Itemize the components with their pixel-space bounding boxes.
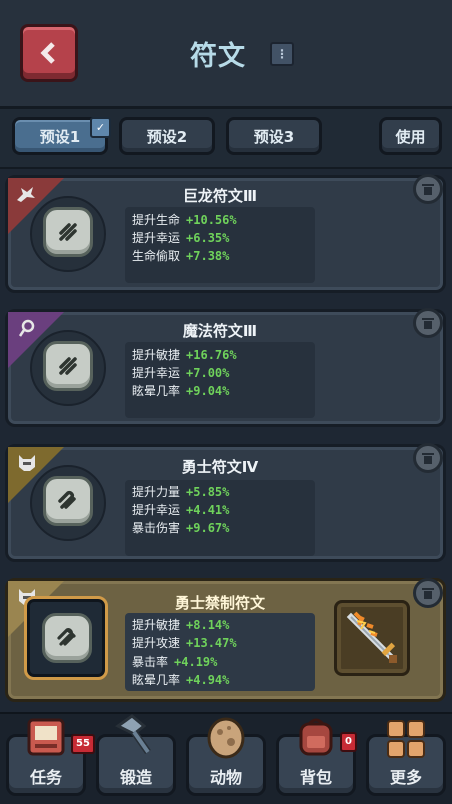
helmet-icon bbox=[19, 455, 35, 471]
flame-sword-icon bbox=[346, 611, 397, 663]
chevron-left-icon bbox=[40, 42, 55, 64]
preset-tab-2[interactable]: 预设2 bbox=[119, 117, 215, 155]
nav-label: 任务 bbox=[29, 768, 62, 787]
back-button[interactable] bbox=[20, 24, 78, 82]
trash-icon bbox=[422, 588, 434, 599]
backpack-icon bbox=[299, 718, 333, 756]
dragon-icon bbox=[17, 187, 35, 202]
magic-icon bbox=[18, 319, 35, 337]
stat-line: 眩晕几率 +9.04% bbox=[132, 384, 230, 398]
stat-line: 暴击率 +4.19% bbox=[132, 655, 218, 669]
trash-button[interactable] bbox=[413, 308, 443, 338]
nav-label: 锻造 bbox=[119, 768, 152, 787]
stat-line: 提升幸运 +6.35% bbox=[132, 231, 230, 245]
trash-icon bbox=[422, 453, 434, 464]
stat-line: 提升攻速 +13.47% bbox=[132, 636, 237, 650]
use-button[interactable]: 使用 bbox=[379, 117, 442, 155]
stat-line: 提升敏捷 +8.14% bbox=[132, 618, 230, 632]
quest-book-icon bbox=[27, 718, 65, 756]
stat-line: 暴击伤害 +9.67% bbox=[132, 521, 230, 535]
trash-icon bbox=[422, 318, 434, 329]
rune-stone-icon bbox=[43, 476, 93, 526]
backpack-badge: 0 bbox=[340, 732, 357, 752]
nav-label: 动物 bbox=[209, 768, 242, 787]
nav-label: 背包 bbox=[299, 768, 332, 787]
rune-name: 魔法符文Ⅲ bbox=[182, 322, 258, 340]
stat-line: 提升生命 +10.56% bbox=[132, 213, 237, 227]
grid-icon bbox=[387, 720, 425, 758]
stat-line: 提升力量 +5.85% bbox=[132, 485, 230, 499]
rune-stone-icon bbox=[42, 613, 92, 663]
trash-button[interactable] bbox=[413, 174, 443, 204]
page-title: 符文 bbox=[190, 41, 246, 72]
stat-line: 提升幸运 +7.00% bbox=[132, 366, 230, 380]
checkmark-icon: ✓ bbox=[90, 117, 111, 138]
rune-name: 勇士符文Ⅳ bbox=[181, 458, 259, 476]
rune-stone-icon bbox=[43, 207, 93, 257]
stat-line: 生命偷取 +7.38% bbox=[132, 249, 230, 263]
rune-stone-icon bbox=[43, 341, 93, 391]
stat-line: 提升幸运 +4.41% bbox=[132, 503, 230, 517]
nav-label: 更多 bbox=[389, 768, 422, 787]
egg-icon bbox=[207, 717, 245, 759]
info-icon[interactable]: ⋮ bbox=[270, 42, 294, 66]
trash-icon bbox=[422, 184, 434, 195]
preset-tab-3[interactable]: 预设3 bbox=[226, 117, 322, 155]
rune-name: 勇士禁制符文 bbox=[174, 594, 265, 612]
hammer-icon bbox=[115, 714, 151, 755]
quest-badge: 55 bbox=[71, 734, 95, 754]
rune-name: 巨龙符文Ⅲ bbox=[182, 187, 258, 205]
trash-button[interactable] bbox=[413, 443, 443, 473]
stat-line: 提升敏捷 +16.76% bbox=[132, 348, 237, 362]
equipped-weapon-slot[interactable] bbox=[334, 600, 410, 676]
stat-line: 眩晕几率 +4.94% bbox=[132, 673, 230, 687]
trash-button[interactable] bbox=[413, 578, 443, 608]
